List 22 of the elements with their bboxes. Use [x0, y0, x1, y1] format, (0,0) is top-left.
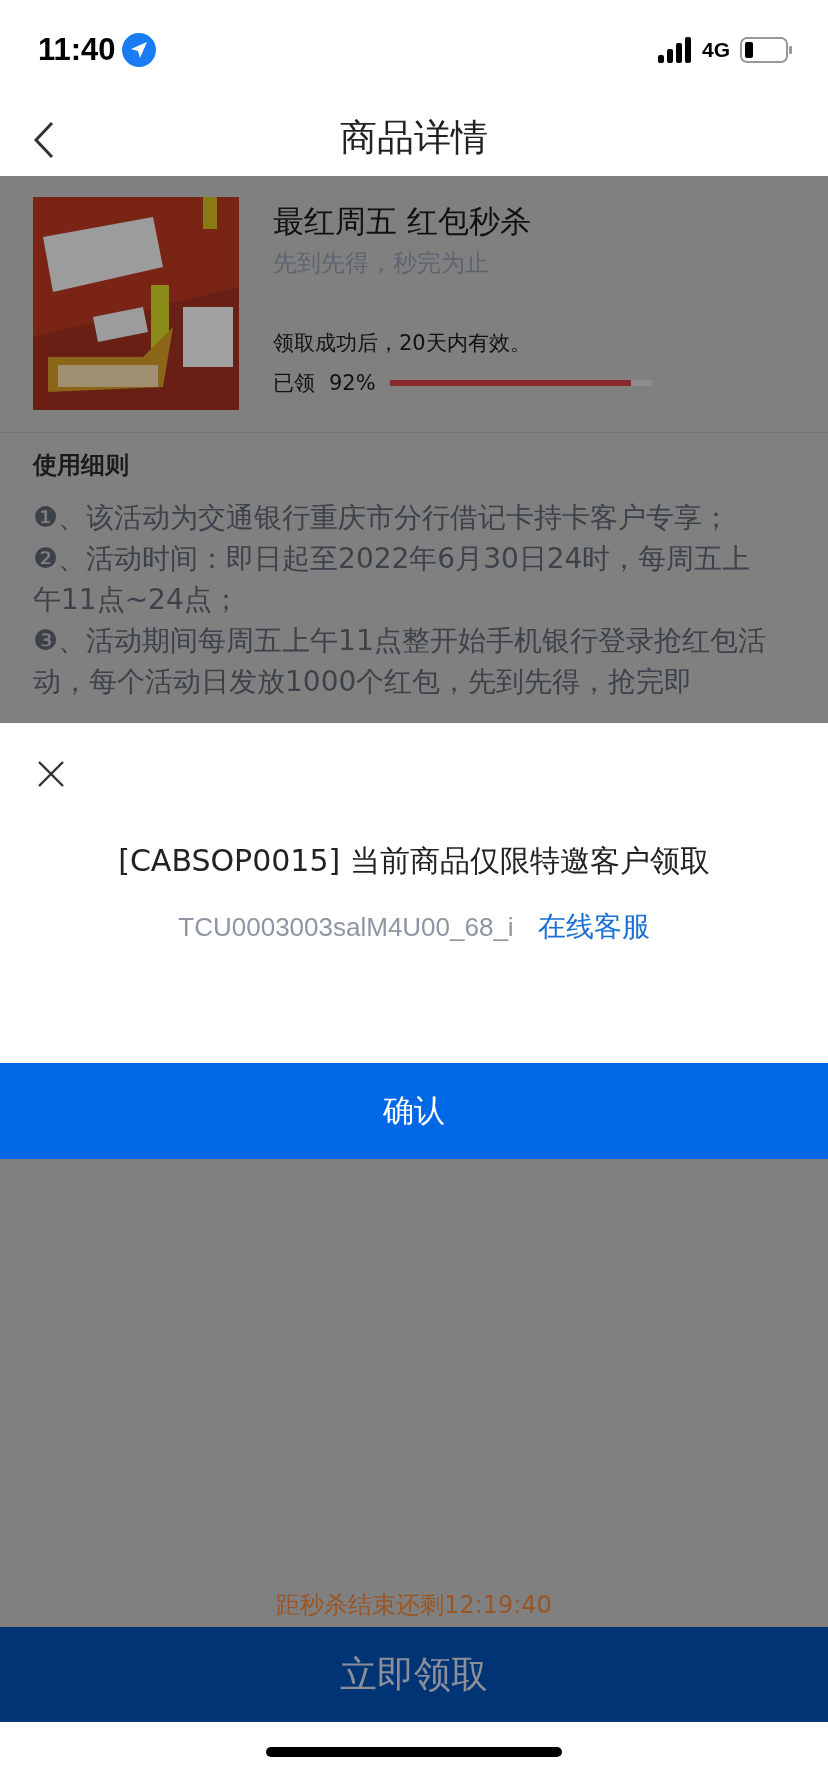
- product-title: 最红周五 红包秒杀: [273, 202, 532, 241]
- location-icon: [121, 33, 156, 67]
- confirm-button[interactable]: 确认: [0, 1063, 828, 1159]
- signal-icon: [658, 37, 692, 63]
- dialog-message: [CABSOP0015] 当前商品仅限特邀客户领取: [118, 842, 710, 880]
- close-icon[interactable]: [38, 761, 64, 787]
- online-service-link[interactable]: 在线客服: [537, 908, 650, 946]
- network-type: 4G: [702, 38, 730, 62]
- battery-icon: [740, 37, 792, 63]
- trace-code: TCU0003003salM4U00_68_i: [178, 911, 514, 943]
- rules-title: 使用细则: [33, 450, 130, 481]
- claimed-percent: 92%: [329, 371, 376, 395]
- rule-text: ❸、活动期间每周五上午11点整开始手机银行登录抢红包活动，每个活动日发放1000个红包，先到先得，抢完即: [33, 623, 767, 700]
- status-time: 11:40: [38, 32, 116, 68]
- rule-text: ❶、该活动为交通银行重庆市分行借记卡持卡客户专享；: [33, 500, 732, 536]
- back-icon[interactable]: [32, 121, 56, 159]
- claim-button[interactable]: 立即领取: [0, 1627, 828, 1722]
- countdown-text: 距秒杀结束还剩12:19:40: [276, 1590, 552, 1621]
- rule-text: ❷、活动时间：即日起至2022年6月30日24时，每周五上午11点~24点；: [33, 541, 752, 618]
- page-title: 商品详情: [340, 115, 488, 161]
- claimed-label: 已领: [273, 370, 315, 397]
- validity-text: 领取成功后，20天内有效。: [273, 330, 532, 357]
